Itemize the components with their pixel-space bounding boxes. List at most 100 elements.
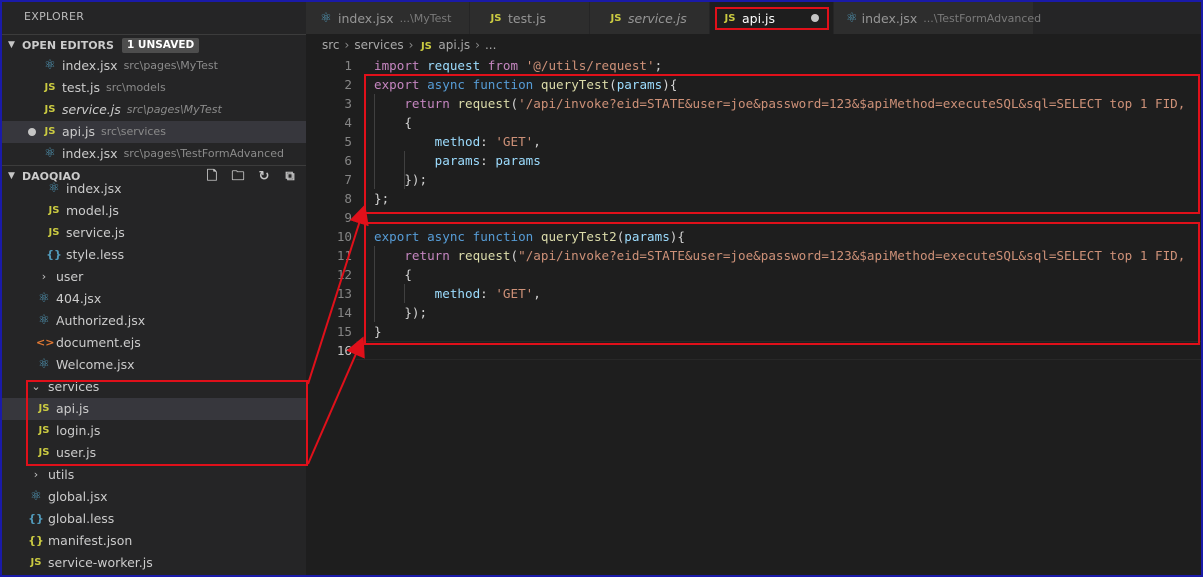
open-editor-item[interactable]: JS service.js src\pages\MyTest <box>2 99 306 121</box>
tab-label: api.js <box>742 10 776 26</box>
breadcrumb-item[interactable]: api.js <box>438 38 470 52</box>
tab-api-js[interactable]: JS api.js <box>710 2 834 34</box>
tree-item[interactable]: JS user.js <box>2 442 306 464</box>
file-tree: ⚛ index.jsx JS model.js JS service.js {} sty… <box>2 178 306 574</box>
tab-service-js[interactable]: JS service.js <box>590 2 710 34</box>
less-icon: {} <box>46 248 62 261</box>
line-number: 11 <box>336 248 352 263</box>
code-editor[interactable]: 1 2 3 4 5 6 7 8 9 10 11 12 13 14 15 16 i… <box>306 56 1201 575</box>
js-icon: JS <box>724 12 736 24</box>
chevron-right-icon: › <box>33 468 39 481</box>
breadcrumb-item[interactable]: src <box>322 38 340 52</box>
tree-item-label: global.less <box>48 511 115 526</box>
open-editor-item[interactable]: JS test.js src\models <box>2 77 306 99</box>
tree-item[interactable]: {} global.less <box>2 508 306 530</box>
js-icon: JS <box>30 557 42 568</box>
js-icon: JS <box>38 425 50 436</box>
js-icon: JS <box>44 126 56 137</box>
tree-item[interactable]: ⚛ global.jsx <box>2 486 306 508</box>
open-editor-path: src\pages\TestFormAdvanced <box>123 147 284 160</box>
code-line: params: params <box>434 153 541 168</box>
explorer-title: EXPLORER <box>24 10 85 23</box>
open-editor-item[interactable]: ⚛ index.jsx src\pages\TestFormAdvanced <box>2 143 306 165</box>
line-number: 9 <box>344 210 352 225</box>
tree-item[interactable]: JS login.js <box>2 420 306 442</box>
tree-folder[interactable]: › utils <box>2 464 306 486</box>
code-line: return request("/api/invoke?eid=STATE&us… <box>404 248 1186 263</box>
js-icon: JS <box>490 12 502 24</box>
tree-item-label: api.js <box>56 401 90 416</box>
code-line: method: 'GET', <box>434 134 541 149</box>
code-line: } <box>374 324 382 339</box>
tree-item-label: user.js <box>56 445 97 460</box>
tab-label: service.js <box>628 10 687 26</box>
tree-item-label: index.jsx <box>66 181 122 196</box>
open-editor-item-active[interactable]: JS api.js src\services <box>2 121 306 143</box>
chevron-right-icon: › <box>408 38 414 52</box>
open-editors-header[interactable]: ▼ OPEN EDITORS 1 UNSAVED <box>2 34 306 55</box>
line-number: 1 <box>344 58 352 73</box>
chevron-right-icon: › <box>475 38 480 52</box>
tab-label: index.jsx <box>338 10 394 26</box>
unsaved-dot-icon[interactable] <box>811 14 820 22</box>
tree-item[interactable]: JS service.js <box>2 222 306 244</box>
react-icon: ⚛ <box>48 181 60 196</box>
chevron-right-icon: › <box>344 38 350 52</box>
tree-item[interactable]: {} manifest.json <box>2 530 306 552</box>
line-number: 12 <box>336 267 352 282</box>
react-icon: ⚛ <box>320 10 332 26</box>
line-number: 5 <box>344 134 352 149</box>
tree-folder[interactable]: › user <box>2 266 306 288</box>
tab-index-mytest[interactable]: ⚛ index.jsx ...\MyTest <box>306 2 470 34</box>
unsaved-dot-icon[interactable] <box>28 128 36 136</box>
open-editors-label: OPEN EDITORS <box>22 38 114 52</box>
explorer-sidebar: EXPLORER ▼ OPEN EDITORS 1 UNSAVED ⚛ inde… <box>2 2 306 575</box>
line-number: 3 <box>344 96 352 111</box>
react-icon: ⚛ <box>38 291 50 306</box>
tree-item-label: model.js <box>66 203 119 218</box>
breadcrumb-item[interactable]: services <box>354 38 403 52</box>
tree-item-label: 404.jsx <box>56 291 102 306</box>
code-line: return request('/api/invoke?eid=STATE&us… <box>404 96 1186 111</box>
chevron-down-icon: ▼ <box>8 39 15 50</box>
breadcrumb-item[interactable]: ... <box>485 38 496 52</box>
code-area[interactable]: import request from '@/utils/request'; e… <box>374 56 1201 360</box>
tree-folder-services[interactable]: ⌄ services <box>2 376 306 398</box>
js-icon: JS <box>44 82 56 93</box>
tree-item[interactable]: JS model.js <box>2 200 306 222</box>
js-icon: JS <box>420 41 432 52</box>
code-line: }; <box>374 191 390 206</box>
js-icon: JS <box>48 227 60 238</box>
js-icon: JS <box>610 12 622 24</box>
js-icon: JS <box>44 104 56 115</box>
open-editor-item[interactable]: ⚛ index.jsx src\pages\MyTest <box>2 55 306 77</box>
tab-desc: ...\TestFormAdvanced <box>923 11 1042 25</box>
breadcrumb: src › services › JS api.js ›... <box>306 34 1201 56</box>
open-editor-name: service.js <box>62 102 121 117</box>
tree-item[interactable]: ⚛ index.jsx <box>2 178 306 200</box>
unsaved-badge: 1 UNSAVED <box>121 37 200 53</box>
code-line: }); <box>404 305 428 320</box>
tree-item-active[interactable]: JS api.js <box>2 398 306 420</box>
tree-item[interactable]: <> document.ejs <box>2 332 306 354</box>
react-icon: ⚛ <box>44 146 56 161</box>
tab-index-testform[interactable]: ⚛ index.jsx ...\TestFormAdvanced <box>834 2 1041 34</box>
open-editor-name: index.jsx <box>62 58 118 73</box>
ejs-icon: <> <box>36 336 55 349</box>
react-icon: ⚛ <box>38 357 50 372</box>
tree-item[interactable]: JS service-worker.js <box>2 552 306 574</box>
editor-tabbar: ⚛ index.jsx ...\MyTest JS test.js JS ser… <box>306 2 1201 34</box>
tree-item[interactable]: ⚛ 404.jsx <box>2 288 306 310</box>
tab-desc: ...\MyTest <box>399 11 452 25</box>
tab-label: test.js <box>508 10 546 26</box>
tree-item[interactable]: ⚛ Authorized.jsx <box>2 310 306 332</box>
tree-item-label: login.js <box>56 423 101 438</box>
code-line: { <box>404 267 412 282</box>
tree-item[interactable]: {} style.less <box>2 244 306 266</box>
js-icon: JS <box>38 403 50 414</box>
tab-test-js[interactable]: JS test.js <box>470 2 590 34</box>
tree-item[interactable]: ⚛ Welcome.jsx <box>2 354 306 376</box>
tree-item-label: Welcome.jsx <box>56 357 135 372</box>
tree-item-label: style.less <box>66 247 125 262</box>
